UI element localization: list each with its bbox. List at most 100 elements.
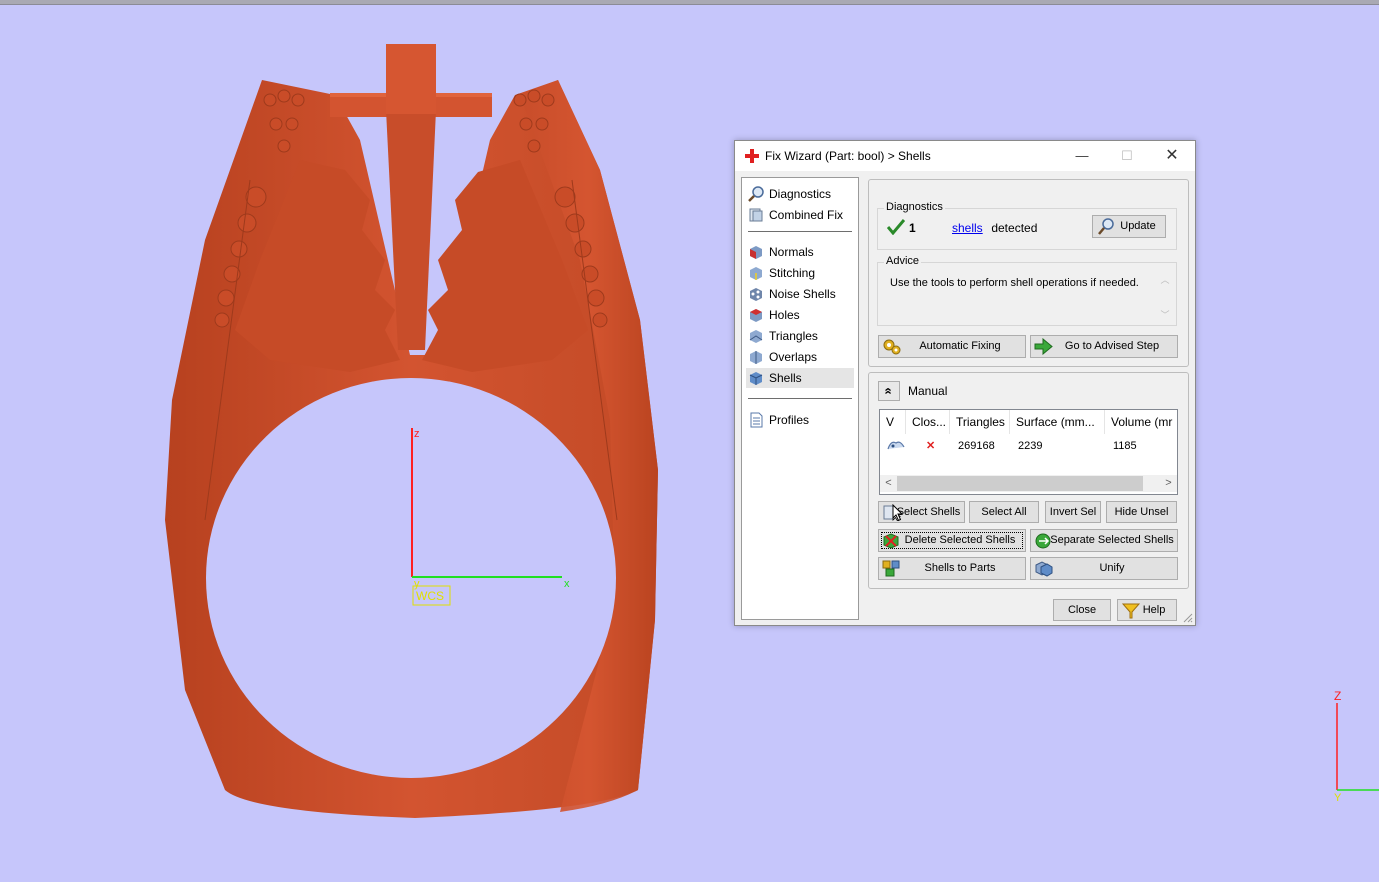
triangles-cell: 269168: [958, 440, 995, 452]
triangles-cube-icon: [749, 330, 763, 343]
shell-visible-icon[interactable]: [887, 439, 905, 451]
nav-item-label: Combined Fix: [769, 208, 844, 222]
nav-item-noise-shells[interactable]: Noise Shells: [746, 284, 854, 304]
diagnostics-group: Diagnostics 1 shells detected Update: [877, 201, 1177, 250]
close-window-button[interactable]: ✕: [1149, 141, 1195, 171]
advice-title: Advice: [884, 255, 922, 267]
nav-item-label: Noise Shells: [769, 287, 836, 301]
scroll-up-icon[interactable]: ︿: [1158, 273, 1172, 286]
shells-table[interactable]: V Clos... Triangles Surface (mm... Volum…: [879, 409, 1178, 495]
axis-label-z: z: [414, 428, 420, 440]
scroll-down-icon[interactable]: ﹀: [1158, 308, 1172, 321]
corner-axis-label-y: Y: [1334, 792, 1342, 804]
document-icon: [750, 412, 763, 428]
nav-item-label: Triangles: [769, 329, 818, 343]
column-header-closed[interactable]: Clos...: [906, 410, 950, 434]
corner-axis-label-z: Z: [1334, 689, 1341, 703]
shells-to-parts-label: Shells to Parts: [924, 562, 996, 574]
shell-count: 1: [909, 221, 916, 235]
nav-item-diagnostics[interactable]: Diagnostics: [746, 184, 854, 204]
column-header-v[interactable]: V: [880, 410, 906, 434]
nav-item-holes[interactable]: Holes: [746, 305, 854, 325]
table-horizontal-scrollbar[interactable]: < >: [880, 475, 1177, 492]
column-header-surface[interactable]: Surface (mm...: [1010, 410, 1105, 434]
fix-wizard-dialog: Fix Wizard (Part: bool) > Shells — ☐ ✕ D…: [734, 140, 1196, 626]
diagnostics-title: Diagnostics: [884, 201, 945, 213]
select-all-button[interactable]: Select All: [969, 501, 1039, 523]
holes-cube-icon: [750, 309, 762, 322]
select-all-label: Select All: [981, 506, 1027, 518]
detected-text: detected: [988, 221, 1038, 235]
wizard-nav: Diagnostics Combined Fix Normals Stitchi…: [741, 177, 859, 620]
shells-cube-icon: [749, 372, 763, 385]
unify-label: Unify: [1099, 562, 1125, 574]
nav-item-combined-fix[interactable]: Combined Fix: [746, 205, 854, 225]
green-arrow-icon: [1034, 338, 1053, 355]
volume-cell: 1185: [1113, 440, 1137, 452]
manual-title: Manual: [908, 384, 948, 398]
nav-item-label: Holes: [769, 308, 800, 322]
red-cross-icon: [745, 149, 759, 163]
surface-cell: 2239: [1018, 440, 1043, 452]
nav-separator: [748, 231, 852, 232]
separate-selected-shells-button[interactable]: Separate Selected Shells: [1030, 529, 1178, 552]
delete-selected-shells-button[interactable]: Delete Selected Shells: [878, 529, 1026, 552]
go-to-advised-step-button[interactable]: Go to Advised Step: [1030, 335, 1178, 358]
noise-shells-icon: [750, 288, 762, 301]
help-button[interactable]: Help: [1117, 599, 1177, 621]
update-button[interactable]: Update: [1092, 215, 1166, 238]
automatic-fixing-label: Automatic Fixing: [919, 340, 1001, 352]
collapse-manual-button[interactable]: «: [878, 381, 900, 401]
unify-icon: [1035, 561, 1053, 577]
nav-item-profiles[interactable]: Profiles: [746, 410, 854, 430]
advice-group: Advice Use the tools to perform shell op…: [877, 255, 1177, 326]
resize-grip-icon[interactable]: [1183, 613, 1193, 623]
combined-fix-icon: [749, 208, 763, 222]
help-funnel-icon: [1121, 603, 1141, 619]
shells-to-parts-button[interactable]: Shells to Parts: [878, 557, 1026, 580]
scroll-thumb[interactable]: [897, 476, 1143, 491]
scroll-right-icon[interactable]: >: [1160, 475, 1177, 492]
advice-text: Use the tools to perform shell operation…: [890, 277, 1139, 289]
nav-separator: [748, 398, 852, 399]
advice-scrollbar[interactable]: ︿ ﹀: [1158, 273, 1172, 321]
hide-unsel-button[interactable]: Hide Unsel: [1106, 501, 1177, 523]
manual-pane: « Manual V Clos... Triangles Surface (mm…: [868, 372, 1189, 589]
nav-item-overlaps[interactable]: Overlaps: [746, 347, 854, 367]
nav-item-shells[interactable]: Shells: [746, 368, 854, 388]
close-label: Close: [1067, 604, 1097, 616]
column-header-volume[interactable]: Volume (mr: [1105, 410, 1177, 434]
unify-button[interactable]: Unify: [1030, 557, 1178, 580]
magnifier-icon: [1098, 218, 1114, 235]
go-to-advised-step-label: Go to Advised Step: [1064, 340, 1160, 352]
close-button[interactable]: Close: [1053, 599, 1111, 621]
mouse-cursor-icon: [892, 504, 904, 522]
separate-selected-shells-label: Separate Selected Shells: [1050, 534, 1174, 546]
invert-sel-label: Invert Sel: [1049, 506, 1097, 518]
closed-cell-x-icon: ✕: [926, 440, 936, 452]
hide-unsel-label: Hide Unsel: [1114, 506, 1169, 518]
column-header-triangles[interactable]: Triangles: [950, 410, 1010, 434]
nav-item-normals[interactable]: Normals: [746, 242, 854, 262]
delete-selected-shells-label: Delete Selected Shells: [904, 534, 1016, 546]
nav-item-triangles[interactable]: Triangles: [746, 326, 854, 346]
automatic-fixing-button[interactable]: Automatic Fixing: [878, 335, 1026, 358]
magnifier-icon: [748, 186, 764, 202]
double-chevron-up-icon: «: [881, 387, 897, 395]
normals-cube-icon: [750, 246, 762, 259]
minimize-button[interactable]: —: [1059, 141, 1105, 171]
stitching-cube-icon: [750, 267, 762, 280]
gears-icon: [883, 339, 901, 355]
dialog-title: Fix Wizard (Part: bool) > Shells: [765, 149, 931, 163]
scroll-left-icon[interactable]: <: [880, 475, 897, 492]
maximize-button[interactable]: ☐: [1104, 141, 1150, 171]
shells-link[interactable]: shells: [952, 221, 983, 235]
invert-sel-button[interactable]: Invert Sel: [1045, 501, 1101, 523]
shells-to-parts-icon: [882, 560, 900, 577]
nav-item-stitching[interactable]: Stitching: [746, 263, 854, 283]
nav-item-label: Normals: [769, 245, 814, 259]
overlaps-cube-icon: [750, 351, 762, 364]
nav-item-label: Shells: [769, 371, 802, 385]
dialog-titlebar[interactable]: Fix Wizard (Part: bool) > Shells — ☐ ✕: [735, 141, 1195, 171]
separate-shell-icon: [1035, 533, 1051, 549]
